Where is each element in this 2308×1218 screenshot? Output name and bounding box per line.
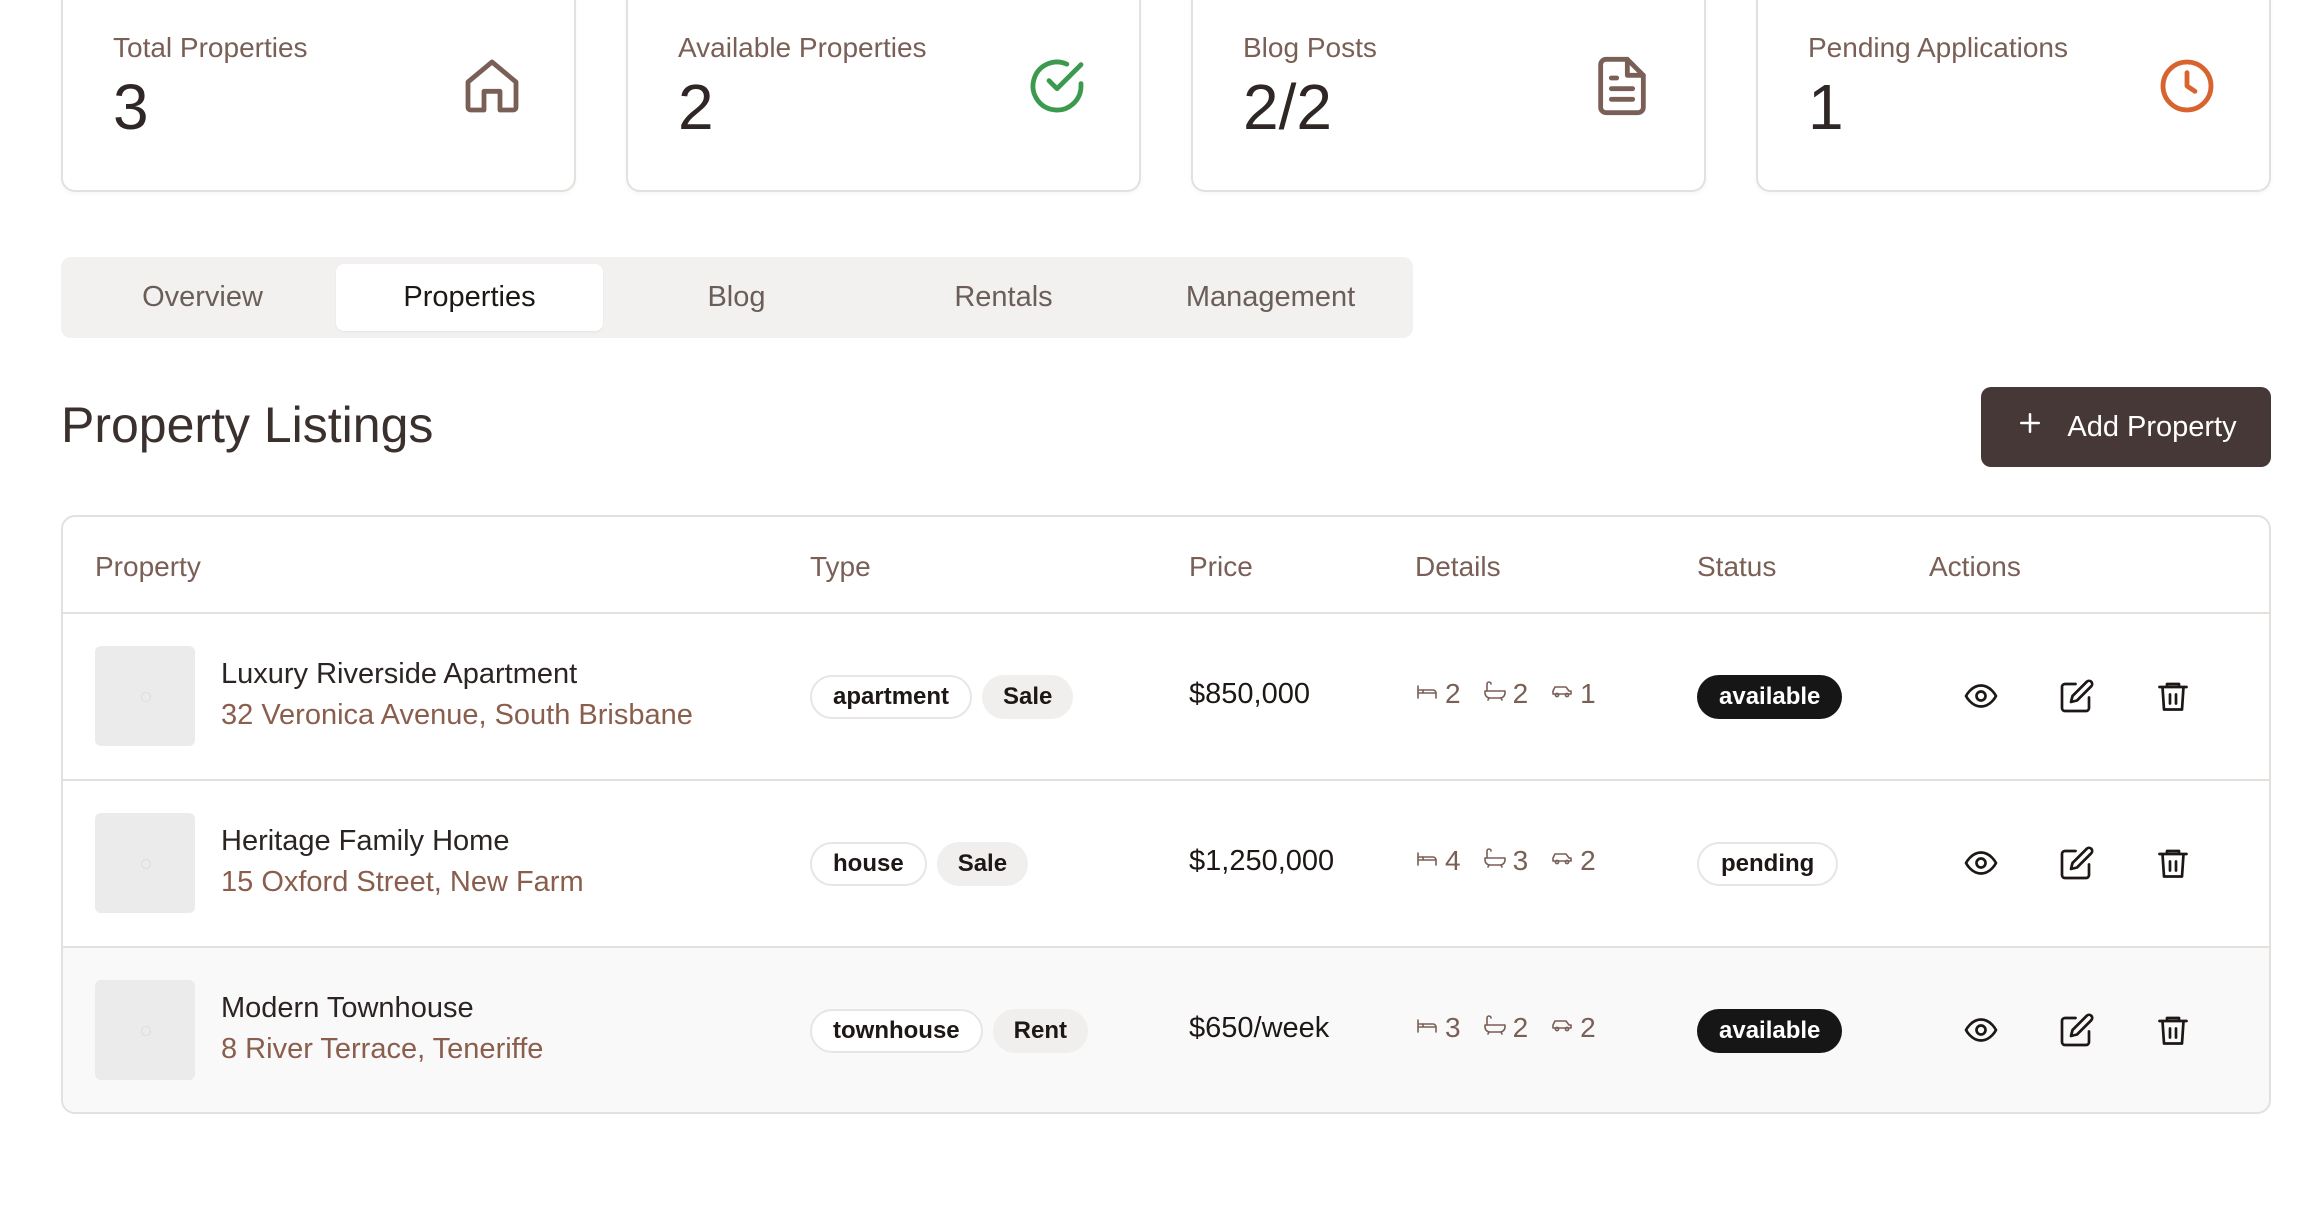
edit-icon[interactable] [2059,678,2095,714]
property-price: $1,250,000 [1189,845,1335,877]
beds-count: 3 [1445,1012,1461,1043]
table-row: Modern Townhouse 8 River Terrace, Teneri… [63,948,2269,1112]
table-header: Property Type Price Details Status Actio… [63,517,2269,614]
stat-label: Total Properties [113,32,308,63]
tab-blog[interactable]: Blog [603,264,870,331]
property-table: Property Type Price Details Status Actio… [61,515,2271,1114]
stat-value: 3 [113,71,149,143]
stat-card-total-properties: Total Properties 3 [61,0,576,192]
type-badges: townhouse Rent [810,1009,1088,1053]
stat-card-pending-applications: Pending Applications 1 [1756,0,2271,192]
property-details: 3 2 2 [1415,1012,1596,1044]
stat-value: 2 [678,71,714,143]
view-icon[interactable] [1963,1012,1999,1048]
status-badge: available [1697,1009,1843,1053]
property-thumbnail [95,980,195,1080]
delete-icon[interactable] [2155,1012,2191,1048]
bed-icon [1415,678,1439,710]
column-header-type: Type [810,551,871,582]
stat-label: Pending Applications [1808,32,2068,63]
property-name: Heritage Family Home [221,825,510,857]
type-badge: townhouse [810,1009,983,1053]
property-address: 15 Oxford Street, New Farm [221,866,584,898]
property-name: Luxury Riverside Apartment [221,658,578,690]
baths-count: 2 [1512,678,1529,709]
column-header-details: Details [1415,551,1501,582]
property-price: $650/week [1189,1012,1330,1044]
delete-icon[interactable] [2155,845,2191,881]
baths-count: 3 [1512,845,1529,876]
property-thumbnail [95,813,195,913]
stat-value: 1 [1808,71,1844,143]
add-property-button[interactable]: Add Property [1981,387,2271,467]
property-price: $850,000 [1189,678,1310,710]
bed-icon [1415,845,1439,877]
property-details: 2 2 1 [1415,678,1596,710]
car-icon [1550,1012,1574,1044]
listing-badge: Rent [992,1009,1088,1053]
section-title: Property Listings [61,397,434,453]
property-address: 8 River Terrace, Teneriffe [221,1033,544,1065]
stats-row: Total Properties 3 Available Properties … [61,0,2271,192]
baths-count: 2 [1512,1012,1529,1043]
stat-value: 2/2 [1243,71,1332,143]
bath-icon [1483,678,1507,710]
tab-properties[interactable]: Properties [336,264,603,331]
property-name: Modern Townhouse [221,992,474,1024]
check-circle-icon [1025,54,1089,118]
listing-badge: Sale [936,842,1029,886]
cars-count: 1 [1580,678,1596,709]
add-property-label: Add Property [2067,410,2237,443]
column-header-price: Price [1189,551,1253,582]
column-header-actions: Actions [1929,551,2021,582]
stat-card-available-properties: Available Properties 2 [626,0,1141,192]
edit-icon[interactable] [2059,1012,2095,1048]
tab-bar: Overview Properties Blog Rentals Managem… [61,257,1413,338]
view-icon[interactable] [1963,678,1999,714]
property-address: 32 Veronica Avenue, South Brisbane [221,699,693,731]
bath-icon [1483,1012,1507,1044]
tab-management[interactable]: Management [1137,264,1404,331]
property-details: 4 3 2 [1415,845,1596,877]
edit-icon[interactable] [2059,845,2095,881]
plus-icon [2015,408,2045,446]
delete-icon[interactable] [2155,678,2191,714]
property-thumbnail [95,646,195,746]
document-icon [1590,54,1654,118]
status-badge: pending [1697,842,1839,886]
beds-count: 4 [1445,845,1461,876]
type-badge: apartment [810,675,973,719]
status-badge: available [1697,675,1843,719]
car-icon [1550,678,1574,710]
home-icon [460,54,524,118]
table-row: Luxury Riverside Apartment 32 Veronica A… [63,614,2269,781]
stat-card-blog-posts: Blog Posts 2/2 [1191,0,1706,192]
type-badges: apartment Sale [810,675,1074,719]
column-header-property: Property [95,551,201,582]
type-badge: house [810,842,927,886]
car-icon [1550,845,1574,877]
bed-icon [1415,1012,1439,1044]
bath-icon [1483,845,1507,877]
clock-icon [2155,54,2219,118]
column-header-status: Status [1697,551,1777,582]
stat-label: Available Properties [678,32,927,63]
beds-count: 2 [1445,678,1461,709]
view-icon[interactable] [1963,845,1999,881]
cars-count: 2 [1580,1012,1596,1043]
tab-rentals[interactable]: Rentals [870,264,1137,331]
table-row: Heritage Family Home 15 Oxford Street, N… [63,781,2269,948]
listing-badge: Sale [982,675,1074,719]
cars-count: 2 [1580,845,1596,876]
type-badges: house Sale [810,842,1029,886]
tab-overview[interactable]: Overview [69,264,336,331]
stat-label: Blog Posts [1243,32,1377,63]
